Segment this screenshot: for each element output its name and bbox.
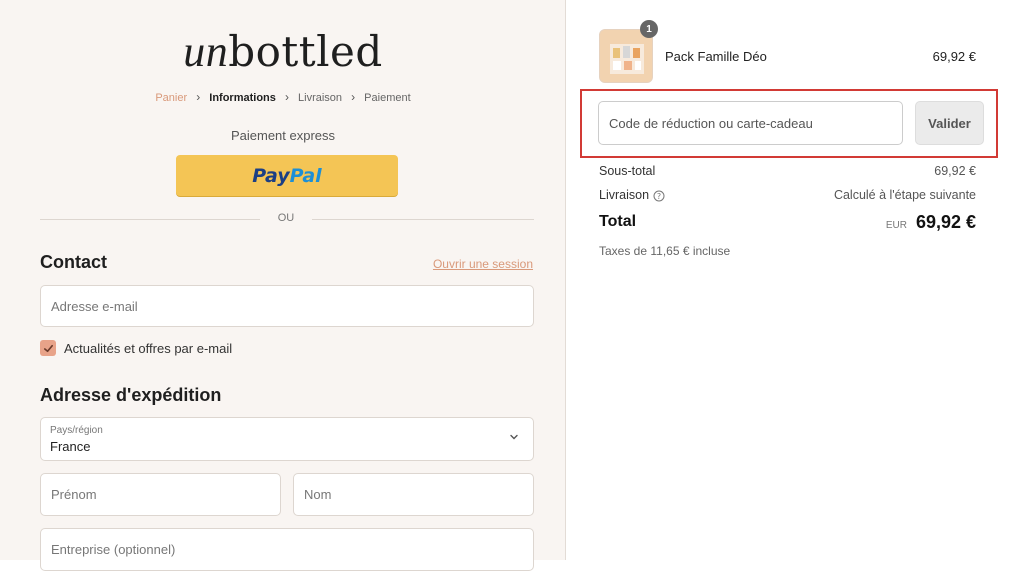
- shipping-row-label: Livraison ?: [599, 188, 665, 202]
- shipping-value: Calculé à l'étape suivante: [833, 188, 976, 202]
- last-name-placeholder: Nom: [304, 487, 332, 502]
- help-icon[interactable]: ?: [653, 190, 665, 202]
- contact-heading: Contact: [40, 252, 107, 272]
- product-image: [600, 30, 652, 82]
- order-summary-panel: [566, 0, 1024, 560]
- breadcrumb-information: Informations: [209, 92, 276, 104]
- total-currency: EUR: [885, 220, 907, 231]
- last-name-field[interactable]: Nom: [293, 473, 534, 516]
- breadcrumb: Panier › Informations › Livraison › Paie…: [0, 90, 566, 104]
- shipping-label: Livraison: [599, 188, 650, 202]
- discount-placeholder: Code de réduction ou carte-cadeau: [609, 115, 813, 131]
- email-placeholder: Adresse e-mail: [51, 298, 138, 314]
- breadcrumb-shipping: Livraison: [298, 92, 343, 104]
- breadcrumb-payment: Paiement: [364, 92, 411, 104]
- company-field[interactable]: Entreprise (optionnel): [40, 528, 534, 571]
- login-link[interactable]: Ouvrir une session: [433, 257, 533, 271]
- logo-script-part: un: [183, 27, 229, 76]
- first-name-field[interactable]: Prénom: [40, 473, 281, 516]
- checkmark-icon: [43, 344, 53, 352]
- chevron-right-icon: ›: [351, 90, 356, 104]
- divider-text: OU: [260, 212, 312, 224]
- quantity-badge: 1: [640, 20, 658, 38]
- chevron-right-icon: ›: [196, 90, 201, 104]
- company-placeholder: Entreprise (optionnel): [51, 542, 176, 557]
- country-value: France: [50, 439, 91, 454]
- first-name-placeholder: Prénom: [51, 487, 97, 502]
- paypal-button[interactable]: Pay Pal: [176, 155, 398, 196]
- newsletter-checkbox[interactable]: [40, 340, 56, 356]
- email-field[interactable]: Adresse e-mail: [40, 285, 534, 327]
- breadcrumb-cart[interactable]: Panier: [155, 92, 187, 104]
- product-name: Pack Famille Déo: [665, 49, 767, 64]
- apply-discount-button[interactable]: Valider: [915, 101, 984, 145]
- shipping-address-heading: Adresse d'expédition: [40, 385, 222, 405]
- subtotal-value: 69,92 €: [934, 164, 976, 178]
- paypal-logo-part1: Pay: [252, 164, 290, 187]
- product-price: 69,92 €: [932, 49, 976, 64]
- discount-code-field[interactable]: Code de réduction ou carte-cadeau: [598, 101, 903, 145]
- taxes-note: Taxes de 11,65 € incluse: [599, 244, 731, 258]
- express-checkout-label: Paiement express: [230, 128, 336, 143]
- chevron-down-icon: [510, 434, 518, 440]
- svg-text:?: ?: [657, 192, 661, 201]
- paypal-logo-part2: Pal: [289, 164, 322, 187]
- subtotal-label: Sous-total: [599, 164, 656, 178]
- chevron-right-icon: ›: [284, 90, 289, 104]
- country-label: Pays/région: [50, 425, 103, 436]
- logo-text-part: bottled: [228, 27, 383, 76]
- total-value: 69,92 €: [915, 212, 976, 232]
- newsletter-label: Actualités et offres par e-mail: [64, 341, 233, 356]
- country-select[interactable]: [40, 417, 534, 461]
- total-label: Total: [599, 213, 637, 230]
- checkout-form-panel: unbottled Panier › Informations › Livrai…: [0, 0, 566, 571]
- brand-logo[interactable]: unbottled: [0, 26, 566, 77]
